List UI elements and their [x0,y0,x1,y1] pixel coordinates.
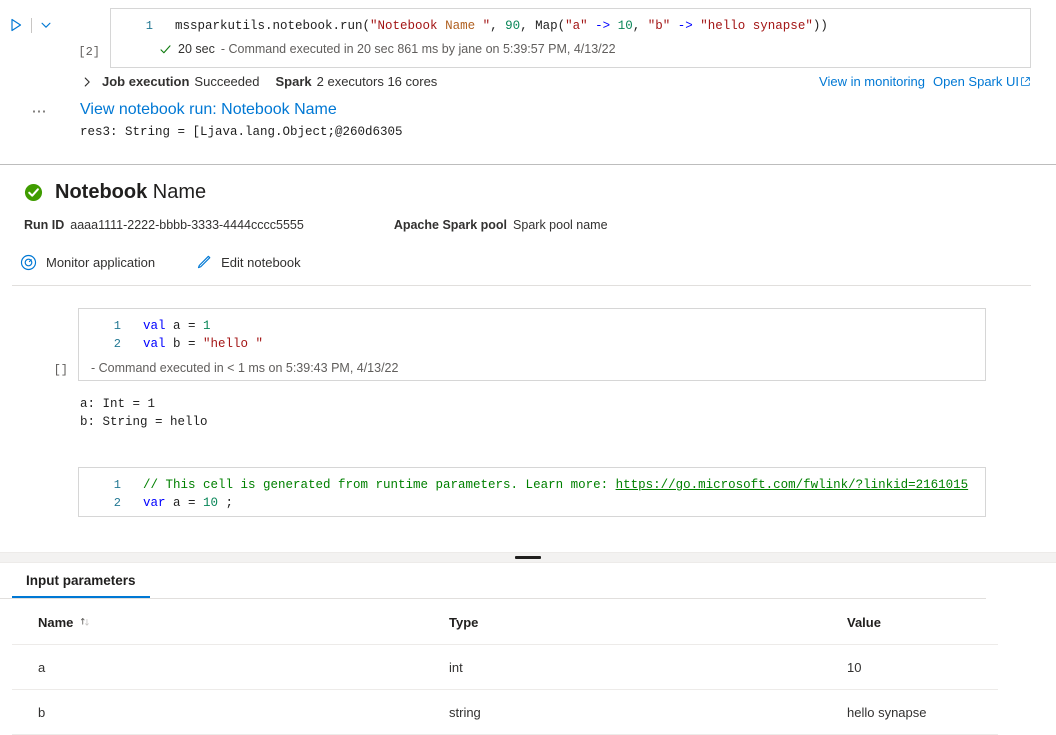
table-header: Name Type Value [12,599,998,645]
job-links: View in monitoring Open Spark UI [819,74,1031,89]
inner-cell-gutter-1: [] [0,308,78,377]
inner-code-lines-2: 1 // This cell is generated from runtime… [79,468,985,516]
code-line: 2 val b = "hello " [79,335,985,353]
chevron-right-icon[interactable] [80,75,94,89]
job-execution-status: Succeeded [194,74,259,89]
param-value: 10 [821,645,998,690]
tabstrip: Input parameters [0,563,986,599]
cell-result-row: ⋯ View notebook run: Notebook Name res3:… [0,95,1056,139]
bottom-details-panel: Input parameters Name Type Value a int 1… [0,563,1056,718]
cell-status-text: - Command executed in 20 sec 861 ms by j… [221,42,616,56]
input-parameters-table: Name Type Value a int 10 b string hello … [12,599,998,735]
gutter-divider [31,18,32,33]
column-header-name-label: Name [38,615,73,630]
chevron-down-icon[interactable] [39,18,53,32]
code-line: 2 var a = 10 ; [79,494,985,512]
open-spark-ui-label: Open Spark UI [933,74,1019,89]
table-body: a int 10 b string hello synapse [12,645,998,735]
pencil-edit-icon [195,254,212,271]
line-number: 1 [111,17,153,35]
job-execution-label: Job execution [102,74,189,89]
monitor-application-label: Monitor application [46,255,155,270]
line-number: 1 [79,476,121,494]
view-in-monitoring-link[interactable]: View in monitoring [819,74,925,89]
tab-input-parameters[interactable]: Input parameters [12,563,150,598]
line-number: 2 [79,494,121,512]
run-id-value: aaaa1111-2222-bbbb-3333-4444cccc5555 [70,218,304,232]
notebook-run-panel: Notebook Name Run ID aaaa1111-2222-bbbb-… [0,165,1056,517]
code-content: // This cell is generated from runtime p… [121,476,968,494]
param-value: hello synapse [821,690,998,735]
result-more-icon[interactable]: ⋯ [0,101,80,119]
param-name: a [12,645,423,690]
page-title-bold: Notebook [55,181,147,203]
inner-code-cell-1: [] 1 val a = 1 2 val b = "hello " - Comm… [0,308,1056,381]
param-type: string [423,690,821,735]
spark-pool-label: Apache Spark pool [394,218,507,232]
code-content: mssparkutils.notebook.run("Notebook Name… [153,17,828,35]
code-line: 1 mssparkutils.notebook.run("Notebook Na… [111,17,1030,35]
code-line: 1 val a = 1 [79,317,985,335]
parent-notebook-section: [2] 1 mssparkutils.notebook.run("Noteboo… [0,0,1056,164]
code-line: 1 // This cell is generated from runtime… [79,476,985,494]
page-title-light: Name [153,181,206,203]
column-header-name[interactable]: Name [12,599,423,645]
line-number: 1 [79,317,121,335]
cell-output-text: res3: String = [Ljava.lang.Object;@260d6… [80,125,1056,139]
cell-gutter-controls [0,14,110,36]
inner-cell-output-1: a: Int = 1 b: String = hello [0,381,1056,431]
line-number: 2 [79,335,121,353]
parent-code-cell: [2] 1 mssparkutils.notebook.run("Noteboo… [0,8,1056,68]
spark-pool-value: Spark pool name [513,218,608,232]
cell-gutter: [2] [0,8,110,59]
monitor-application-button[interactable]: Monitor application [12,250,163,275]
run-header: Notebook Name [0,165,1056,204]
view-notebook-run-link[interactable]: View notebook run: Notebook Name [80,101,337,119]
code-content: val b = "hello " [121,335,263,353]
table-row[interactable]: b string hello synapse [12,690,998,735]
inner-notebook-cells: [] 1 val a = 1 2 val b = "hello " - Comm… [0,286,1056,517]
page-title: Notebook Name [55,181,206,204]
inner-code-editor-2[interactable]: 1 // This cell is generated from runtime… [78,467,986,517]
run-triangle-icon[interactable] [8,17,24,33]
run-metadata: Run ID aaaa1111-2222-bbbb-3333-4444cccc5… [24,218,1056,232]
inner-cell-status-1: - Command executed in < 1 ms on 5:39:43 … [79,357,985,380]
param-type: int [423,645,821,690]
param-name: b [12,690,423,735]
column-header-value[interactable]: Value [821,599,998,645]
checkmark-icon [159,43,172,56]
job-execution-row: Job execution Succeeded Spark 2 executor… [0,68,1056,95]
gauge-monitor-icon [20,254,37,271]
command-bar: Monitor application Edit notebook [12,250,1056,285]
spark-resources: 2 executors 16 cores [317,74,438,89]
cell-status-line: 20 sec - Command executed in 20 sec 861 … [111,39,1030,63]
sort-arrows-icon[interactable] [79,616,91,628]
table-row[interactable]: a int 10 [12,645,998,690]
inner-cell-index-1: [] [0,363,68,377]
edit-notebook-label: Edit notebook [221,255,301,270]
code-content: val a = 1 [121,317,211,335]
parent-code-lines: 1 mssparkutils.notebook.run("Notebook Na… [111,9,1030,39]
column-header-type[interactable]: Type [423,599,821,645]
inner-code-editor-1[interactable]: 1 val a = 1 2 val b = "hello " - Command… [78,308,986,381]
drag-handle-icon[interactable] [515,556,541,559]
success-checkmark-circle-icon [24,183,43,202]
parent-code-editor[interactable]: 1 mssparkutils.notebook.run("Notebook Na… [110,8,1031,68]
open-spark-ui-link[interactable]: Open Spark UI [933,74,1031,89]
table-header-row: Name Type Value [12,599,998,645]
panel-splitter[interactable] [0,552,1056,563]
run-id-label: Run ID [24,218,64,232]
cell-execution-index: [2] [0,45,110,59]
run-title-row: Notebook Name [24,181,1056,204]
external-link-icon [1020,76,1031,87]
inner-code-cell-2: 1 // This cell is generated from runtime… [0,467,1056,517]
edit-notebook-button[interactable]: Edit notebook [187,250,309,275]
result-body: View notebook run: Notebook Name res3: S… [80,101,1056,139]
inner-code-lines-1: 1 val a = 1 2 val b = "hello " [79,309,985,357]
spark-label: Spark [275,74,311,89]
code-content: var a = 10 ; [121,494,233,512]
cell-status-duration: 20 sec [178,42,215,56]
